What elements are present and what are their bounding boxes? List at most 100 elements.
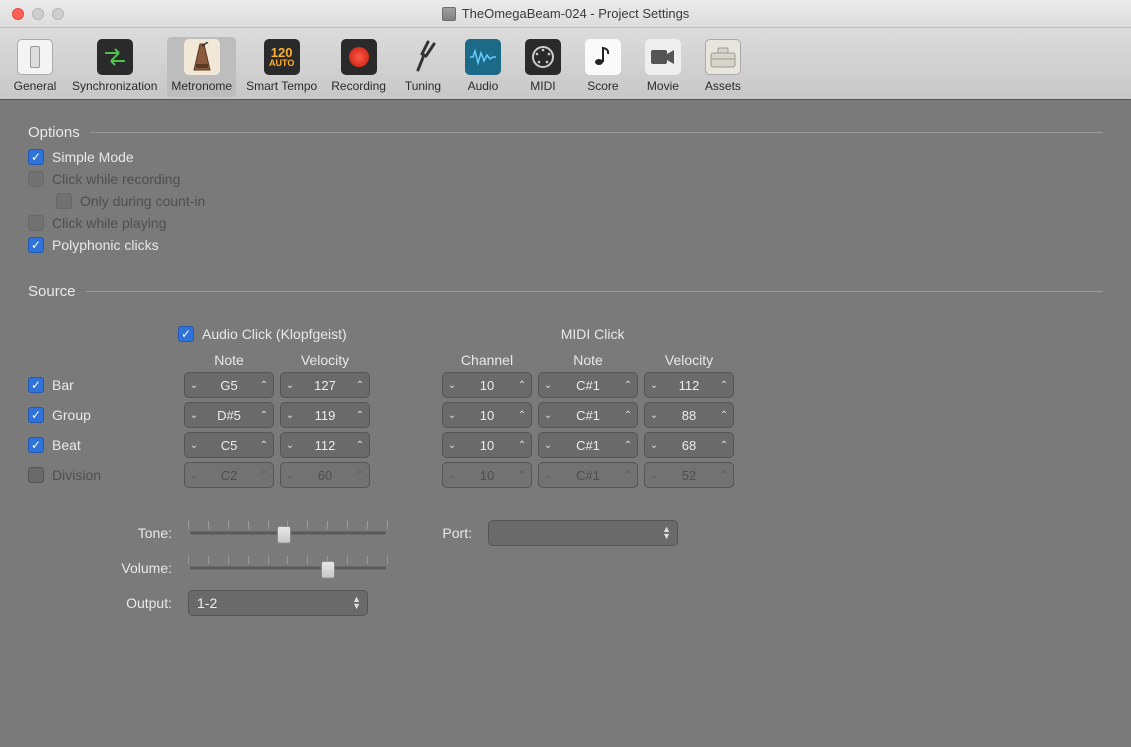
col-midi-velocity: Velocity xyxy=(644,352,734,368)
channel-stepper[interactable]: ⌄10⌃ xyxy=(442,402,532,428)
port-dropdown[interactable]: ▲▼ xyxy=(488,520,678,546)
chevron-up-icon[interactable]: ⌃ xyxy=(351,440,369,451)
chevron-down-icon[interactable]: ⌄ xyxy=(443,410,461,421)
section-title: Options xyxy=(28,124,80,141)
slider-thumb[interactable] xyxy=(277,526,291,544)
channel-stepper[interactable]: ⌄10⌃ xyxy=(442,432,532,458)
checkbox-icon[interactable]: ✓ xyxy=(28,149,44,165)
tab-midi[interactable]: MIDI xyxy=(516,37,570,97)
midi-velocity-stepper[interactable]: ⌄68⌃ xyxy=(644,432,734,458)
tab-movie[interactable]: Movie xyxy=(636,37,690,97)
window-title: TheOmegaBeam-024 - Project Settings xyxy=(0,6,1131,21)
chevron-up-down-icon: ▲▼ xyxy=(662,526,671,540)
chevron-down-icon[interactable]: ⌄ xyxy=(443,380,461,391)
chevron-up-icon[interactable]: ⌃ xyxy=(513,410,531,421)
chevron-up-icon[interactable]: ⌃ xyxy=(351,410,369,421)
note-stepper[interactable]: ⌄G5⌃ xyxy=(184,372,274,398)
chevron-up-icon: ⌃ xyxy=(351,470,369,481)
chevron-up-icon[interactable]: ⌃ xyxy=(513,380,531,391)
tab-label: Assets xyxy=(705,79,741,93)
chevron-up-icon[interactable]: ⌃ xyxy=(255,410,273,421)
chevron-down-icon[interactable]: ⌄ xyxy=(185,410,203,421)
option-label: Polyphonic clicks xyxy=(52,237,159,253)
velocity-stepper[interactable]: ⌄119⌃ xyxy=(280,402,370,428)
midi-velocity-stepper[interactable]: ⌄112⌃ xyxy=(644,372,734,398)
slider-thumb[interactable] xyxy=(321,561,335,579)
chevron-down-icon: ⌄ xyxy=(281,470,299,481)
note-stepper[interactable]: ⌄D#5⌃ xyxy=(184,402,274,428)
chevron-down-icon[interactable]: ⌄ xyxy=(645,440,663,451)
stepper-value: D#5 xyxy=(203,408,255,423)
chevron-down-icon[interactable]: ⌄ xyxy=(645,410,663,421)
option-label: Click while recording xyxy=(52,171,180,187)
row-label: Beat xyxy=(52,437,81,453)
note-stepper: ⌄C2⌃ xyxy=(184,462,274,488)
chevron-up-icon[interactable]: ⌃ xyxy=(715,440,733,451)
tab-label: Score xyxy=(587,79,618,93)
port-label: Port: xyxy=(398,525,478,541)
sync-icon xyxy=(97,39,133,75)
note-stepper[interactable]: ⌄C5⌃ xyxy=(184,432,274,458)
tone-label: Tone: xyxy=(28,525,178,541)
tab-score[interactable]: Score xyxy=(576,37,630,97)
midi-note-stepper[interactable]: ⌄C#1⌃ xyxy=(538,402,638,428)
option-click-recording: Click while recording xyxy=(28,171,1103,187)
option-polyphonic[interactable]: ✓ Polyphonic clicks xyxy=(28,237,1103,253)
stepper-value: 88 xyxy=(663,408,715,423)
tone-slider[interactable] xyxy=(188,521,388,545)
midi-note-stepper[interactable]: ⌄C#1⌃ xyxy=(538,372,638,398)
tab-smart-tempo[interactable]: 120 AUTO Smart Tempo xyxy=(242,37,321,97)
chevron-down-icon[interactable]: ⌄ xyxy=(185,380,203,391)
chevron-up-icon[interactable]: ⌃ xyxy=(255,380,273,391)
velocity-stepper[interactable]: ⌄112⌃ xyxy=(280,432,370,458)
chevron-up-icon[interactable]: ⌃ xyxy=(715,410,733,421)
chevron-down-icon[interactable]: ⌄ xyxy=(281,440,299,451)
checkbox-icon xyxy=(28,171,44,187)
midi-velocity-stepper[interactable]: ⌄88⌃ xyxy=(644,402,734,428)
tab-assets[interactable]: Assets xyxy=(696,37,750,97)
chevron-up-icon[interactable]: ⌃ xyxy=(351,380,369,391)
chevron-down-icon: ⌄ xyxy=(443,470,461,481)
row-label-cell: ✓Group xyxy=(28,407,178,423)
checkbox-icon[interactable]: ✓ xyxy=(28,237,44,253)
checkbox-icon[interactable]: ✓ xyxy=(28,377,44,393)
tab-tuning[interactable]: Tuning xyxy=(396,37,450,97)
channel-stepper[interactable]: ⌄10⌃ xyxy=(442,372,532,398)
chevron-down-icon[interactable]: ⌄ xyxy=(281,380,299,391)
checkbox-icon xyxy=(56,193,72,209)
chevron-down-icon[interactable]: ⌄ xyxy=(539,440,557,451)
chevron-up-icon: ⌃ xyxy=(255,470,273,481)
tab-synchronization[interactable]: Synchronization xyxy=(68,37,161,97)
midi-note-stepper[interactable]: ⌄C#1⌃ xyxy=(538,432,638,458)
tab-metronome[interactable]: Metronome xyxy=(167,37,236,97)
assets-icon xyxy=(705,39,741,75)
chevron-up-icon[interactable]: ⌃ xyxy=(255,440,273,451)
velocity-stepper[interactable]: ⌄127⌃ xyxy=(280,372,370,398)
chevron-down-icon[interactable]: ⌄ xyxy=(539,380,557,391)
chevron-up-icon[interactable]: ⌃ xyxy=(619,380,637,391)
chevron-down-icon[interactable]: ⌄ xyxy=(645,380,663,391)
checkbox-audio-click[interactable]: ✓ xyxy=(178,326,194,342)
output-label: Output: xyxy=(28,595,178,611)
chevron-down-icon[interactable]: ⌄ xyxy=(539,410,557,421)
chevron-down-icon[interactable]: ⌄ xyxy=(443,440,461,451)
checkbox-icon[interactable]: ✓ xyxy=(28,437,44,453)
chevron-up-icon[interactable]: ⌃ xyxy=(619,440,637,451)
row-label: Bar xyxy=(52,377,74,393)
volume-slider[interactable] xyxy=(188,556,388,580)
option-simple-mode[interactable]: ✓ Simple Mode xyxy=(28,149,1103,165)
checkbox-icon[interactable]: ✓ xyxy=(28,407,44,423)
chevron-up-icon[interactable]: ⌃ xyxy=(715,380,733,391)
tab-audio[interactable]: Audio xyxy=(456,37,510,97)
tab-recording[interactable]: Recording xyxy=(327,37,390,97)
chevron-up-down-icon: ▲▼ xyxy=(352,596,361,610)
output-dropdown[interactable]: 1-2 ▲▼ xyxy=(188,590,368,616)
chevron-up-icon[interactable]: ⌃ xyxy=(513,440,531,451)
tab-general[interactable]: General xyxy=(8,37,62,97)
stepper-value: C#1 xyxy=(557,408,619,423)
section-source: Source xyxy=(28,283,1103,300)
stepper-value: C#1 xyxy=(557,468,619,483)
chevron-down-icon[interactable]: ⌄ xyxy=(281,410,299,421)
chevron-up-icon[interactable]: ⌃ xyxy=(619,410,637,421)
chevron-down-icon[interactable]: ⌄ xyxy=(185,440,203,451)
